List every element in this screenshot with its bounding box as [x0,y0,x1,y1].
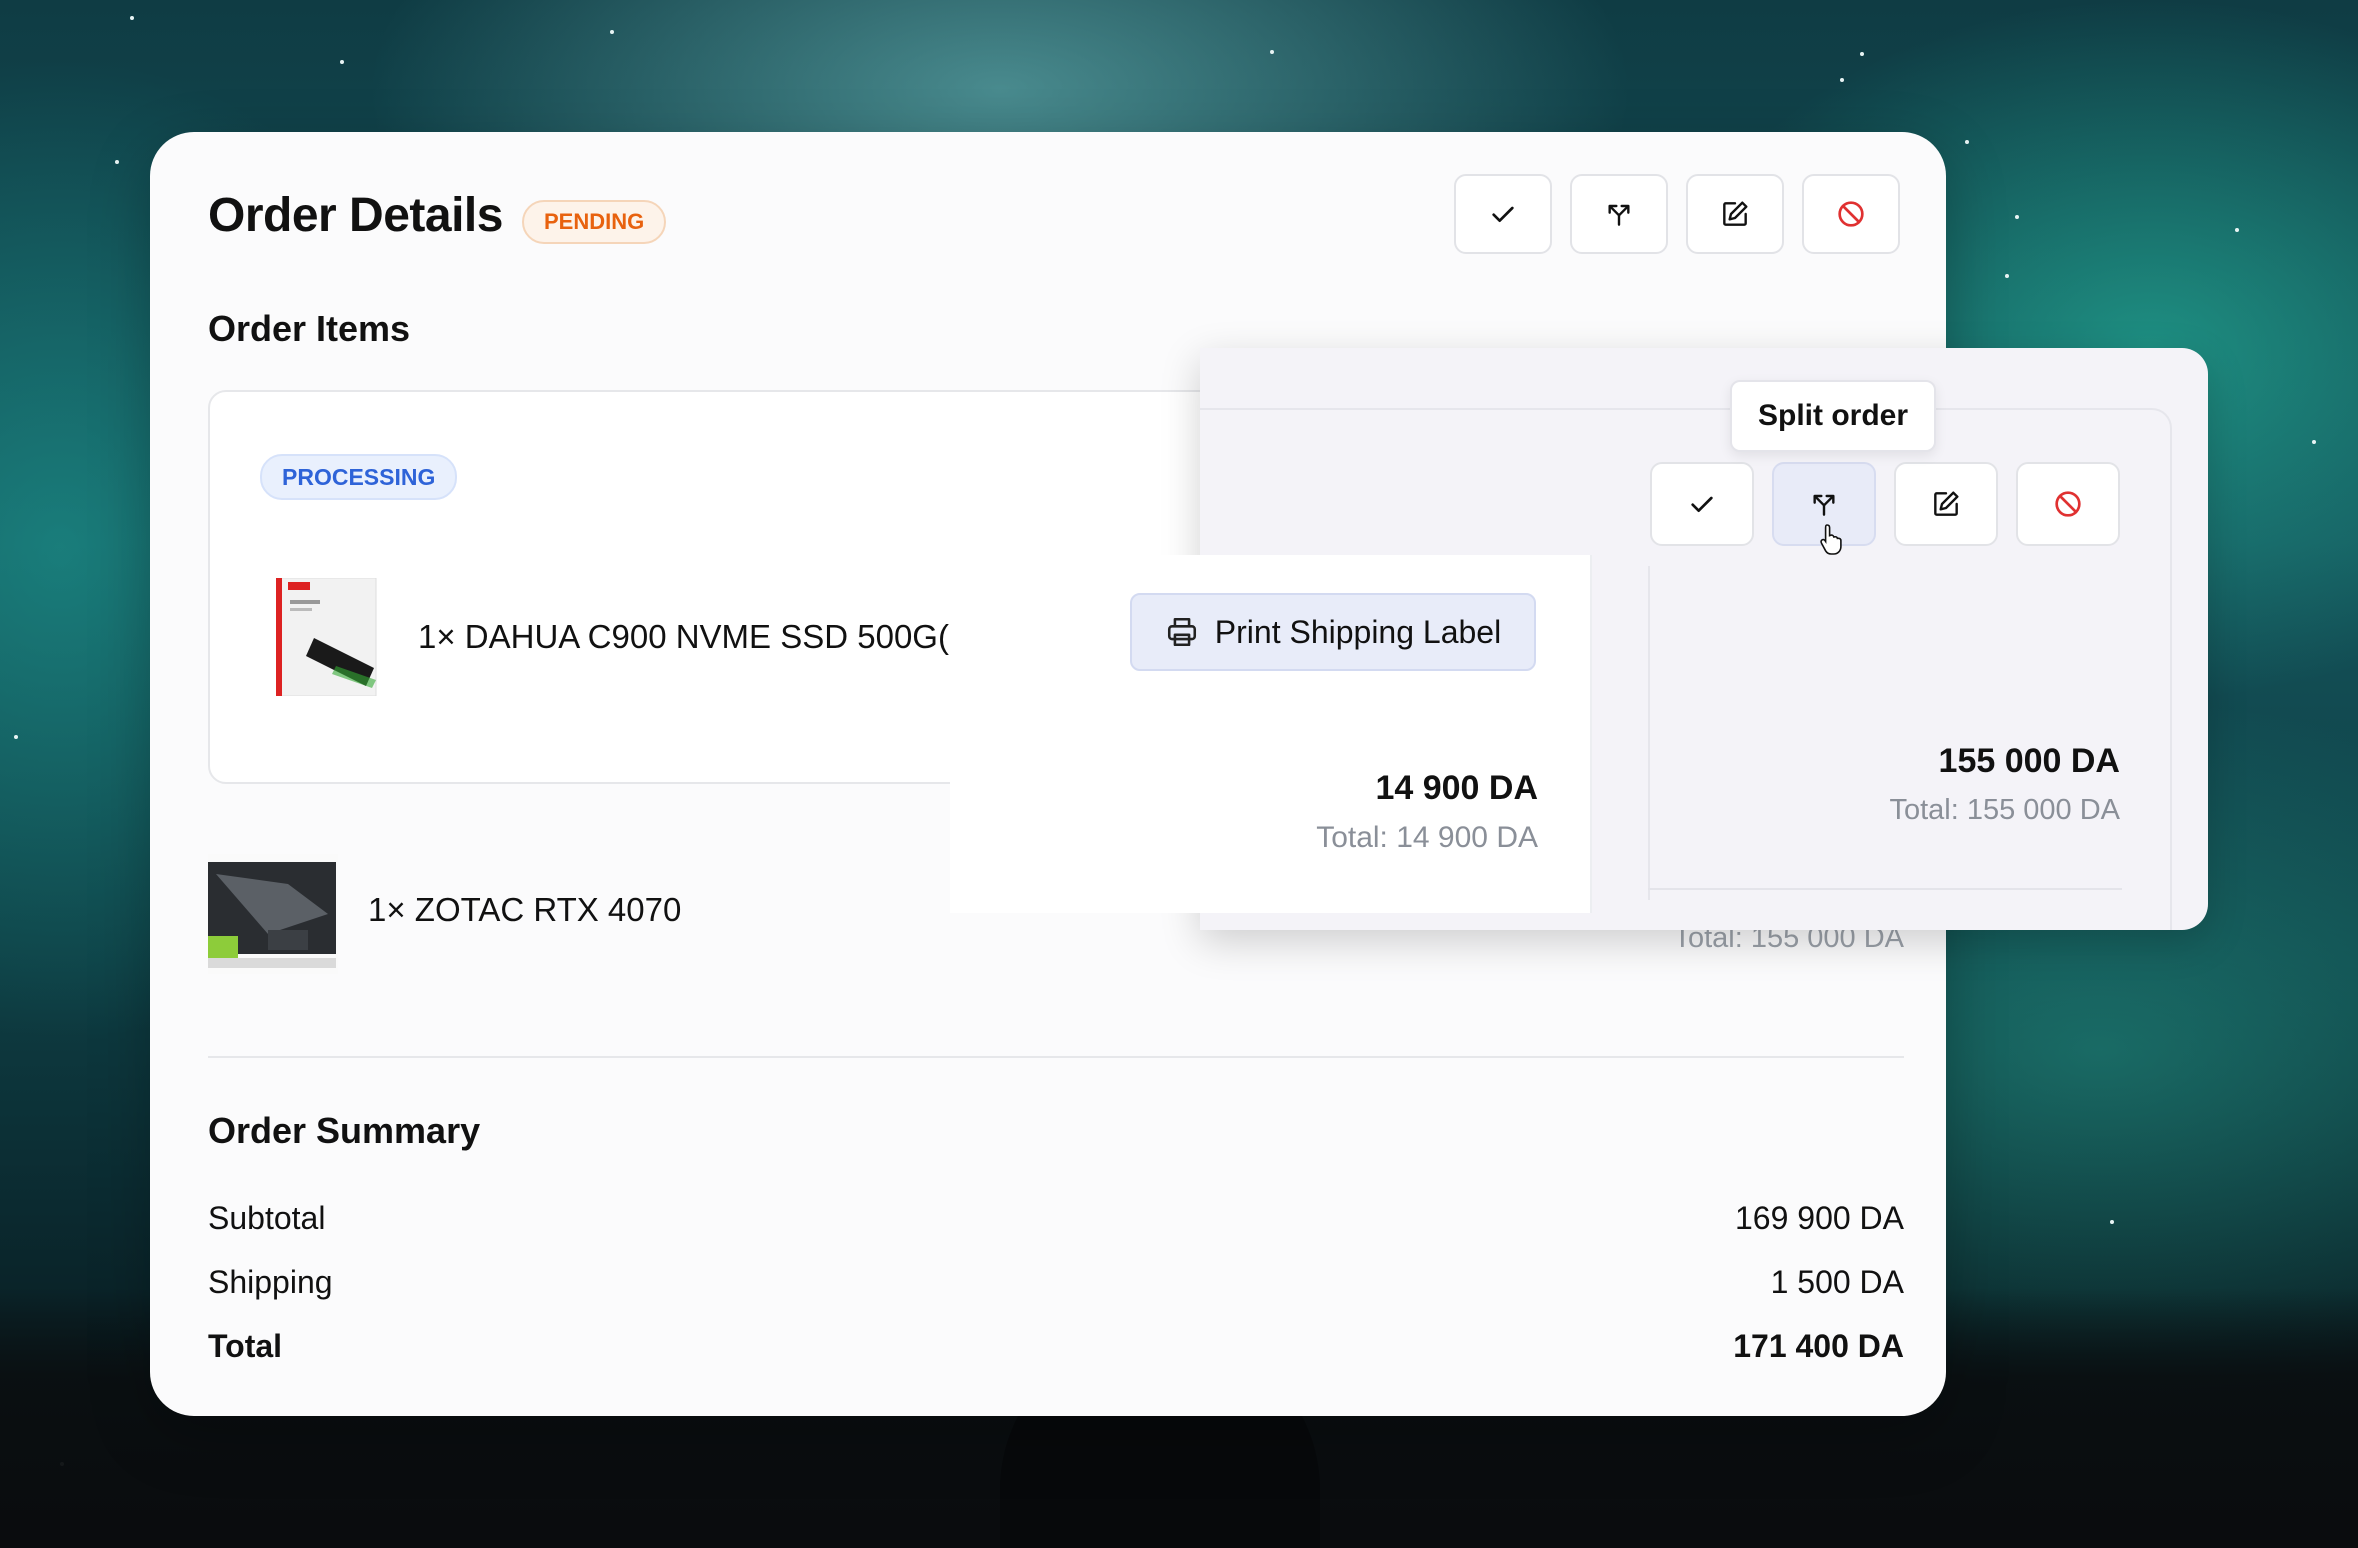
edit-icon [1723,201,1748,226]
order-summary-heading: Order Summary [208,1110,481,1151]
split-icon [1813,494,1835,516]
approve-button[interactable] [1454,174,1552,254]
item-price-ssd: 14 900 DA [1375,769,1538,807]
printer-icon [1167,617,1196,647]
summary-value: 1 500 DA [1770,1264,1904,1300]
status-badge-pending: PENDING [522,200,667,244]
split-icon [1608,204,1630,226]
item-total-gpu: Total: 155 000 DA [1889,794,2120,826]
cancel-order-button[interactable] [1802,174,1900,254]
summary-label: Subtotal [208,1200,326,1236]
edit-order-button[interactable] [1686,174,1784,254]
item-name-gpu: 1× ZOTAC RTX 4070 [368,891,682,928]
summary-value: 169 900 DA [1734,1200,1904,1236]
summary-label: Shipping [208,1264,333,1300]
cancel-order-button-zoomed[interactable] [2016,462,2120,546]
summary-row-total: Total 171 400 DA [208,1328,1904,1365]
item-price-panel: Print Shipping Label 14 900 DA Total: 14… [950,555,1592,913]
print-shipping-label-button[interactable]: Print Shipping Label [1130,593,1536,671]
summary-value: 171 400 DA [1733,1328,1904,1364]
item-price-gpu: 155 000 DA [1938,742,2120,780]
item-name-ssd: 1× DAHUA C900 NVME SSD 500G( [418,618,949,655]
hand-cursor-icon [1820,524,1842,555]
approve-button-zoomed[interactable] [1650,462,1754,546]
item-total-ssd: Total: 14 900 DA [1316,821,1538,854]
order-items-heading: Order Items [208,308,411,349]
cancel-icon [1838,201,1864,227]
print-label-text: Print Shipping Label [1214,613,1502,650]
edit-icon [1934,491,1959,516]
status-badge-processing: PROCESSING [260,454,458,500]
split-order-button[interactable] [1570,174,1668,254]
ssd-product-image [276,578,377,696]
summary-row-subtotal: Subtotal 169 900 DA [208,1200,1904,1237]
page-title: Order Details [208,189,503,242]
split-order-tooltip: Split order [1730,380,1937,452]
check-icon [1691,496,1713,512]
summary-label: Total [208,1328,283,1364]
cancel-icon [2055,491,2081,517]
gpu-product-image [208,854,338,974]
edit-order-button-zoomed[interactable] [1894,462,1998,546]
check-icon [1492,206,1514,222]
divider [208,1056,1904,1058]
summary-row-shipping: Shipping 1 500 DA [208,1264,1904,1301]
